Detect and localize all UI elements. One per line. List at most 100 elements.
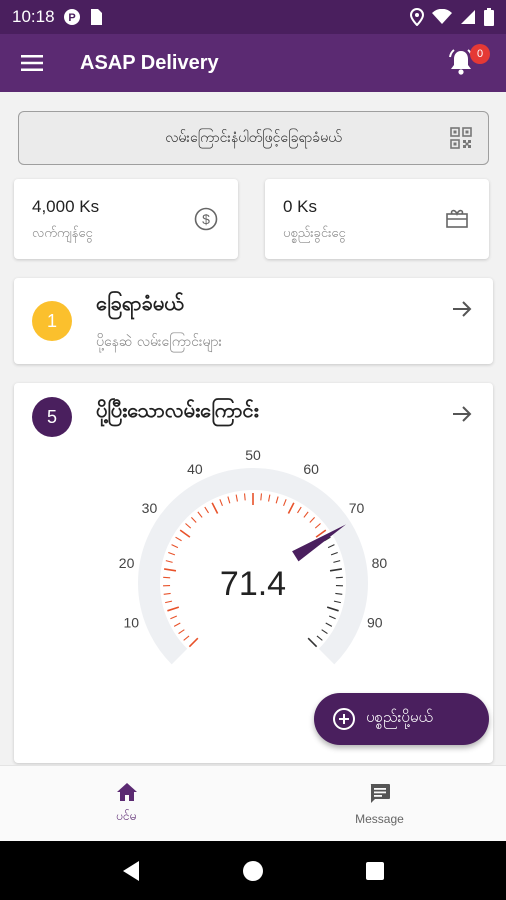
gauge-tick-label: 60 [303, 461, 319, 477]
notification-badge: 0 [470, 44, 490, 64]
send-parcel-button[interactable]: ပစ္စည်းပို့မယ် [314, 693, 489, 745]
status-time: 10:18 [12, 7, 55, 26]
gauge-tick [178, 629, 185, 635]
gauge-tick [287, 502, 295, 514]
gauge-tick [167, 606, 180, 612]
gauge-tick [333, 600, 341, 604]
completed-arrow-icon[interactable] [451, 403, 473, 431]
signal-icon [461, 10, 475, 24]
gauge-tick-label: 90 [367, 615, 383, 631]
gauge-tick-label: 20 [119, 555, 135, 571]
nav-home-label: ပင်မ [116, 808, 137, 823]
nav-message-label: Message [355, 811, 404, 826]
battery-icon [484, 8, 494, 26]
plus-circle-icon [333, 708, 355, 730]
app-title: ASAP Delivery [80, 51, 219, 74]
gauge-tick-label: 50 [245, 447, 261, 463]
gauge-tick-label: 10 [123, 615, 139, 631]
svg-text:$: $ [202, 211, 210, 227]
gauge-tick [326, 606, 339, 612]
gauge-tick [175, 536, 182, 542]
balance-value: 4,000 Ks [32, 197, 100, 216]
gauge-tick [316, 635, 323, 641]
notifications-button[interactable]: 0 [448, 44, 490, 78]
gauge-tick [190, 517, 197, 523]
pending-count-badge: 1 [32, 301, 72, 341]
gauge-tick [303, 511, 309, 518]
gauge-tick [173, 622, 181, 627]
gauge-tick [168, 551, 176, 556]
recent-apps-icon[interactable] [365, 861, 385, 881]
qr-code-icon[interactable] [450, 127, 472, 149]
gauge-tick [170, 615, 178, 620]
sim-card-icon [90, 9, 102, 25]
parcel-money-label: ပစ္စည်းခွင်းငွေ [283, 226, 346, 241]
gauge-tick [188, 637, 199, 648]
location-icon [410, 8, 424, 26]
pending-arrow-icon[interactable] [451, 298, 473, 326]
completed-count-badge: 5 [32, 397, 72, 437]
balance-label: လက်ကျန်ငွေ [32, 226, 93, 241]
gauge-tick [171, 544, 179, 549]
track-field-label: လမ်းကြောင်းနံပါတ်ဖြင့်ခြေရာခံမယ် [165, 129, 342, 146]
hamburger-menu-icon [21, 55, 43, 71]
gauge-tick [243, 493, 246, 501]
gift-box-icon [446, 209, 468, 228]
gauge-tick [185, 523, 192, 529]
wifi-icon [432, 9, 452, 24]
gauge-tick [179, 529, 191, 538]
gauge-tick [235, 494, 238, 502]
gauge-tick-label: 40 [187, 461, 203, 477]
gauge-value: 71.4 [220, 565, 286, 603]
parcel-money-value: 0 Ks [283, 197, 318, 216]
gauge-tick [204, 506, 209, 514]
gauge-tick [314, 523, 321, 529]
gauge-tick [325, 622, 333, 627]
gauge-tick [328, 615, 336, 620]
gauge-tick [321, 629, 328, 635]
gauge-tick [183, 635, 190, 641]
parcel-money-card: 0 Ks ပစ္စည်းခွင်းငွေ [265, 179, 489, 259]
gauge-tick [335, 592, 343, 595]
nav-home[interactable]: ပင်မ [0, 766, 253, 841]
status-bar: 10:18 P [0, 0, 506, 34]
pending-deliveries-card[interactable]: 1 ခြေရာခံမယ် ပို့နေဆဲ လမ်းကြောင်းများ [14, 278, 493, 364]
dollar-coin-icon: $ [194, 207, 218, 231]
gauge-tick [307, 637, 318, 648]
gauge-tick [260, 493, 263, 501]
balance-card: 4,000 Ks လက်ကျန်ငွေ $ [14, 179, 238, 259]
app-notification-icon: P [63, 9, 80, 25]
app-bar: ASAP Delivery 0 [0, 34, 506, 92]
gauge-tick [163, 592, 171, 595]
gauge-tick [165, 600, 173, 604]
menu-button[interactable] [0, 34, 64, 92]
gauge-tick [268, 494, 271, 502]
gauge-tick [211, 502, 219, 514]
home-icon [116, 782, 137, 801]
gauge-tick-label: 30 [142, 500, 158, 516]
completed-title: ပို့ပြီးသောလမ်းကြောင်း [96, 398, 259, 422]
gauge-tick [219, 499, 223, 507]
home-button-icon[interactable] [242, 860, 264, 882]
gauge-tick [329, 568, 343, 572]
gauge-tick [327, 544, 335, 549]
bottom-navigation: ပင်မ Message [0, 765, 506, 841]
back-icon[interactable] [121, 860, 141, 882]
nav-message[interactable]: Message [253, 766, 506, 841]
track-by-route-number-field[interactable]: လမ်းကြောင်းနံပါတ်ဖြင့်ခြေရာခံမယ် [18, 111, 489, 165]
gauge-tick-label: 70 [349, 500, 365, 516]
send-parcel-label: ပစ္စည်းပို့မယ် [366, 708, 433, 726]
pending-title: ခြေရာခံမယ် [96, 291, 184, 315]
gauge-tick [309, 517, 316, 523]
gauge-tick [165, 560, 173, 563]
gauge-tick [163, 568, 177, 572]
gauge-tick [227, 496, 231, 504]
message-icon [370, 783, 390, 803]
gauge-tick [283, 499, 287, 507]
gauge-tick-label: 80 [372, 555, 388, 571]
gauge-tick [333, 560, 341, 563]
gauge-tick [330, 551, 338, 556]
gauge-tick [197, 511, 203, 518]
system-navigation-bar [0, 841, 506, 900]
success-rate-gauge: 010203040506070809010071.4 [119, 447, 388, 665]
